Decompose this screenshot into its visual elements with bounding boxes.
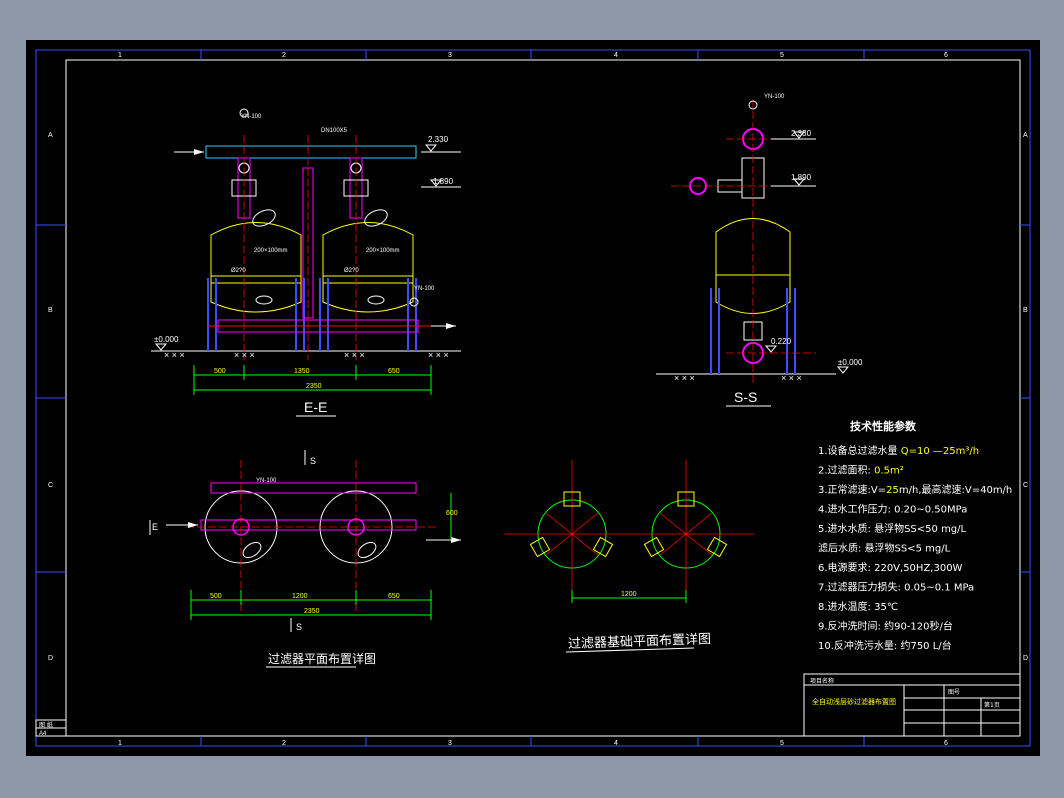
tech-params: 技术性能参数 1.设备总过滤水量 Q=10 —25m³/h 2.过滤面积: 0.5… (818, 419, 1012, 652)
ee-dim-2350: 2350 (306, 383, 322, 390)
frame-col-1-bottom: 1 (118, 740, 122, 747)
frame-col-6-top: 6 (944, 52, 948, 59)
frame-row-c-right: C (1023, 482, 1028, 489)
frame-col-3-bottom: 3 (448, 740, 452, 747)
ss-level-mid: 1.890 (791, 173, 812, 182)
svg-text:YN-100: YN-100 (764, 94, 785, 100)
ss-level-low: 0.220 (771, 337, 792, 346)
tech-param-10: 9.反冲洗时间: 约90-120秒/台 (818, 620, 953, 633)
frame-row-a-left: A (48, 132, 53, 139)
frame-col-2-top: 2 (282, 52, 286, 59)
tech-param-3: 3.正常滤速:V=25m/h,最高滤速:V=40m/h (818, 483, 1012, 496)
plan-section-e: E (152, 522, 158, 532)
ee-view-title: E-E (304, 399, 327, 415)
tech-param-4: 4.进水工作压力: 0.20~0.50MPa (818, 503, 967, 516)
plan-section-s-bottom: S (296, 622, 302, 632)
frame-col-6-bottom: 6 (944, 740, 948, 747)
ee-dim-500: 500 (214, 368, 226, 375)
svg-text:Ø2?0: Ø2?0 (344, 268, 359, 274)
tech-params-heading: 技术性能参数 (850, 419, 917, 433)
foundation-view-title: 过滤器基础平面布置详图 (568, 632, 711, 652)
svg-text:图 纸: 图 纸 (39, 721, 53, 729)
svg-text:× × ×: × × × (234, 350, 255, 360)
svg-text:YN-100: YN-100 (256, 478, 277, 484)
corner-block: 图 纸 A4 (35, 719, 67, 737)
svg-text:200×100mm: 200×100mm (254, 248, 288, 254)
frame-col-4-bottom: 4 (614, 740, 618, 747)
tech-param-11: 10.反冲洗污水量: 约750 L/台 (818, 639, 952, 652)
title-drawing-no-label: 图号 (948, 689, 960, 696)
ee-dim-1350: 1350 (294, 368, 310, 375)
frame-col-5-bottom: 5 (780, 740, 784, 747)
ss-level-ground: ±0.000 (838, 358, 863, 367)
frame-row-a-right: A (1023, 132, 1028, 139)
frame-row-b-right: B (1023, 307, 1028, 314)
cad-drawing: 1 2 3 4 5 6 1 2 3 4 5 6 A B C D A B C D (35, 49, 1031, 747)
title-project-label: 项目名称 (810, 677, 834, 685)
frame-col-5-top: 5 (780, 52, 784, 59)
frame-col-2-bottom: 2 (282, 740, 286, 747)
svg-text:A4: A4 (39, 731, 47, 737)
tech-param-5: 5.进水水质: 悬浮物SS<50 mg/L (818, 522, 967, 535)
frame-row-d-right: D (1023, 655, 1028, 662)
svg-text:YN-100: YN-100 (414, 286, 435, 292)
svg-text:YN-100: YN-100 (241, 114, 262, 120)
svg-text:× × ×: × × × (164, 350, 185, 360)
ee-level-mid: 1.890 (433, 177, 454, 186)
svg-text:200×100mm: 200×100mm (366, 248, 400, 254)
frame-col-1-top: 1 (118, 52, 122, 59)
frame-row-b-left: B (48, 307, 53, 314)
tech-param-8: 7.过滤器压力损失: 0.05~0.1 MPa (818, 581, 974, 594)
svg-text:× × ×: × × × (344, 350, 365, 360)
tech-param-9: 8.进水温度: 35℃ (818, 600, 898, 613)
svg-text:× × ×: × × × (674, 373, 695, 383)
svg-text:× × ×: × × × (428, 350, 449, 360)
ee-inlet-header (205, 145, 417, 159)
plan-section-s-top: S (310, 456, 316, 466)
svg-text:600: 600 (446, 510, 458, 517)
tech-param-2: 2.过滤面积: 0.5m² (818, 464, 904, 477)
title-sheet-label: 第1页 (984, 701, 1000, 709)
plan-dim-2350: 2350 (304, 608, 320, 615)
ee-level-top: 2.330 (428, 135, 449, 144)
plan-dim-500: 500 (210, 593, 222, 600)
tech-param-6: 滤后水质: 悬浮物SS<5 mg/L (818, 542, 951, 555)
ee-level-ground: ±0.000 (154, 335, 179, 344)
ss-view-title: S-S (734, 389, 757, 405)
plan-dim-650: 650 (388, 593, 400, 600)
foundation-dim-1200: 1200 (621, 591, 637, 598)
title-block: 项目名称 全自动浅层砂过滤器布置图 图号 第1页 (803, 673, 1021, 737)
frame-row-c-left: C (48, 482, 53, 489)
tech-param-7: 6.电源要求: 220V,50HZ,300W (818, 561, 963, 574)
view-ss: 2.330 1.890 0.220 ±0.000 × × × × × × YN-… (656, 94, 863, 407)
ss-level-top: 2.330 (791, 129, 812, 138)
view-plan: 500 1200 650 2350 600 YN-100 S S E 过滤器平面… (149, 450, 461, 668)
ee-dim-650: 650 (388, 368, 400, 375)
plan-view-title: 过滤器平面布置详图 (268, 651, 376, 666)
title-drawing-name: 全自动浅层砂过滤器布置图 (812, 697, 896, 706)
plan-dim-1200: 1200 (292, 593, 308, 600)
frame-col-4-top: 4 (614, 52, 618, 59)
svg-text:× × ×: × × × (781, 373, 802, 383)
tech-param-1: 1.设备总过滤水量 Q=10 —25m³/h (818, 444, 979, 457)
svg-text:DN100X5: DN100X5 (321, 128, 348, 134)
cad-viewport[interactable]: 1 2 3 4 5 6 1 2 3 4 5 6 A B C D A B C D (26, 40, 1040, 756)
view-ee: 2.330 1.890 ±0.000 × × × × × × × × × × ×… (151, 108, 461, 417)
frame-col-3-top: 3 (448, 52, 452, 59)
frame-row-d-left: D (48, 655, 53, 662)
svg-text:Ø2?0: Ø2?0 (231, 268, 246, 274)
view-foundation: 1200 过滤器基础平面布置详图 (504, 460, 754, 653)
